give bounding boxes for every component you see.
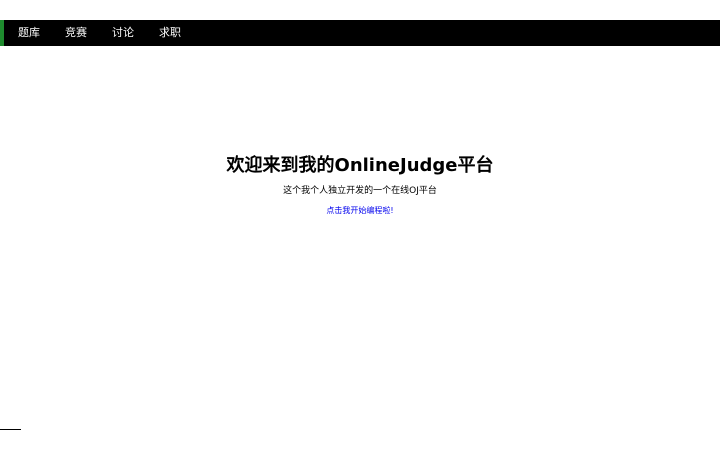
nav-menu: 题库 竞赛 讨论 求职 bbox=[4, 20, 206, 46]
welcome-section: 欢迎来到我的OnlineJudge平台 这个我个人独立开发的一个在线OJ平台 点… bbox=[0, 155, 720, 217]
page-title: 欢迎来到我的OnlineJudge平台 bbox=[226, 155, 494, 176]
start-coding-link[interactable]: 点击我开始编程啦! bbox=[326, 205, 393, 217]
nav-item-jobs[interactable]: 求职 bbox=[159, 20, 181, 46]
top-navbar: 题库 竞赛 讨论 求职 bbox=[0, 20, 720, 46]
divider-line bbox=[0, 429, 21, 430]
nav-item-problems[interactable]: 题库 bbox=[18, 20, 40, 46]
nav-item-discussion[interactable]: 讨论 bbox=[112, 20, 134, 46]
nav-item-contests[interactable]: 竞赛 bbox=[65, 20, 87, 46]
page-subtitle: 这个我个人独立开发的一个在线OJ平台 bbox=[283, 186, 437, 196]
page: 题库 竞赛 讨论 求职 欢迎来到我的OnlineJudge平台 这个我个人独立开… bbox=[0, 0, 720, 450]
